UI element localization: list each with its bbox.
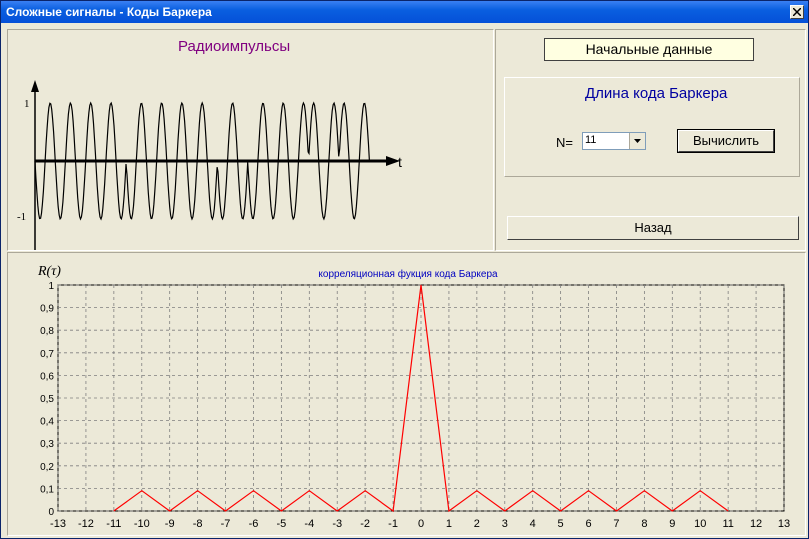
window-title: Сложные сигналы - Коды Баркера — [6, 5, 212, 19]
chevron-down-icon — [634, 139, 641, 143]
x-tick-label: 12 — [750, 518, 762, 530]
y-tick-label: 0,4 — [40, 417, 54, 428]
x-tick-label: 0 — [418, 518, 424, 530]
y-tick-label: 0,9 — [40, 304, 54, 315]
y-tick-label: 0 — [48, 507, 54, 518]
x-tick-label: -9 — [165, 518, 175, 530]
y-tick-label: 0,8 — [40, 326, 54, 337]
y-tick-label: 0,1 — [40, 484, 54, 495]
n-value: 11 — [585, 134, 597, 146]
title-bar[interactable]: Сложные сигналы - Коды Баркера — [1, 1, 808, 23]
x-tick-label: 8 — [641, 518, 647, 530]
y-tick-label: 0,2 — [40, 462, 54, 473]
app-window: Сложные сигналы - Коды Баркера Радиоимпу… — [0, 0, 809, 539]
chart-title: корреляционная фукция кода Баркера — [318, 268, 498, 280]
y-tick-label: 1 — [48, 281, 54, 292]
x-tick-label: 9 — [669, 518, 675, 530]
y-tick-label: 0,5 — [40, 394, 54, 405]
x-tick-label: -7 — [221, 518, 231, 530]
close-button[interactable] — [790, 5, 804, 19]
x-tick-label: 4 — [530, 518, 536, 530]
x-tick-label: 5 — [558, 518, 564, 530]
pulse-diagram: 1 -1 t — [17, 80, 402, 250]
controls-panel: Начальные данные Длина кода Баркера N= 1… — [495, 29, 806, 251]
correlation-chart: 00,10,20,30,40,50,60,70,80,91 -13 -12 -11-… — [37, 264, 790, 530]
start-data-label: Начальные данные — [544, 38, 754, 61]
x-tick-label: -10 — [134, 518, 150, 530]
close-icon — [793, 8, 801, 16]
x-tick-label: 11 — [722, 518, 733, 530]
x-tick-label: 10 — [694, 518, 706, 530]
n-select[interactable]: 11 — [582, 132, 646, 150]
pulses-panel: Радиоимпульсы 1 -1 t — [7, 29, 494, 251]
x-tick-label: -4 — [304, 518, 314, 530]
x-tick-label: 1 — [446, 518, 452, 530]
x-tick-label: 7 — [613, 518, 619, 530]
back-button[interactable]: Назад — [507, 216, 799, 240]
x-tick-label: 3 — [502, 518, 508, 530]
dropdown-button[interactable] — [629, 133, 645, 149]
x-tick-label: 2 — [474, 518, 480, 530]
y-axis-arrow — [31, 80, 39, 92]
x-tick-label: -3 — [332, 518, 342, 530]
y-tick-label: 0,3 — [40, 439, 54, 450]
x-tick-labels: -13 -12 -11 -10 -9 -8 -7 -6 -5 -4 -3 -2 -1 0 1 2 3 4 5 6 7 8 9… — [50, 518, 790, 530]
y-tick-label: 0,6 — [40, 371, 54, 382]
x-tick-label: 13 — [778, 518, 790, 530]
x-tick-label: -5 — [276, 518, 286, 530]
x-tick-label: 6 — [585, 518, 591, 530]
y-axis-label: R(τ) — [37, 264, 61, 279]
y-tick-labels: 0 0,1 0,2 0,3 0,4 0,5 0,6 0,7 0,8 0,9 1 — [40, 281, 54, 518]
group-title: Длина кода Баркера — [585, 85, 728, 102]
y-tick-label: 0,7 — [40, 349, 54, 360]
barker-group: Длина кода Баркера N= 11 Вычислить — [504, 77, 800, 177]
x-tick-label: -6 — [249, 518, 259, 530]
x-tick-label: -8 — [193, 518, 203, 530]
x-tick-label: -1 — [388, 518, 398, 530]
n-label: N= — [556, 135, 573, 150]
x-tick-label: -11 — [106, 518, 121, 530]
compute-button[interactable]: Вычислить — [677, 129, 775, 153]
t-axis-label: t — [398, 154, 402, 170]
chart-grid — [57, 284, 785, 512]
x-tick-label: -2 — [360, 518, 370, 530]
x-tick-label: -12 — [78, 518, 94, 530]
y-top-label: 1 — [24, 98, 30, 110]
chart-panel: 0 0,1 0,2 0,3 0,4 0,5 0,6 0,7 0,8 0,9 1 -13 -12 -11-… — [7, 252, 806, 536]
x-tick-label: -13 — [50, 518, 66, 530]
y-bottom-label: -1 — [17, 211, 26, 223]
